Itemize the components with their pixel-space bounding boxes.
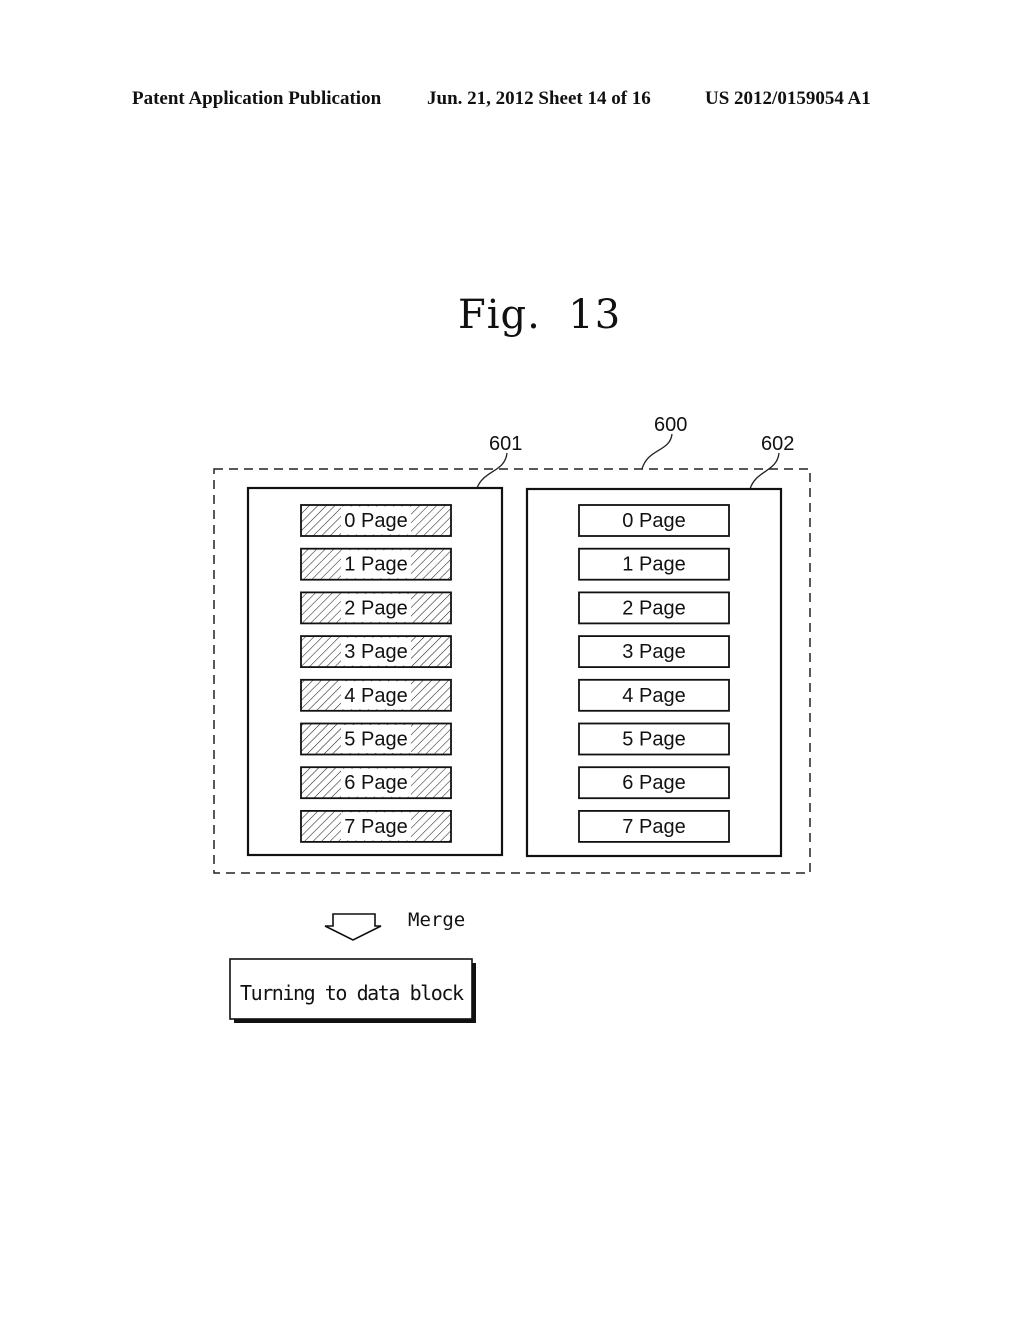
right-page-3: 3 Page (578, 635, 730, 668)
page-label: 7 Page (622, 816, 685, 838)
left-page-7: 7 Page (300, 810, 452, 843)
page-label: 4 Page (344, 685, 407, 707)
page-label: 2 Page (622, 597, 685, 619)
page-label: 3 Page (344, 641, 407, 663)
diagram-canvas: 600 601 602 0 Page 1 Page 2 Page 3 Page 4 Pa… (213, 414, 811, 1023)
ref-label-602: 602 (761, 433, 794, 455)
log-block-602 (525, 487, 783, 858)
right-page-0: 0 Page (578, 504, 730, 537)
result-box-text: Turning to data block (240, 981, 464, 1005)
leader-line-601 (476, 452, 508, 489)
merge-label: Merge (408, 909, 465, 931)
merge-arrow-icon (324, 913, 382, 941)
leader-line-600 (641, 433, 673, 470)
page-label: 3 Page (622, 641, 685, 663)
page-label: 5 Page (344, 729, 407, 751)
left-page-5: 5 Page (300, 722, 452, 756)
left-page-2: 2 Page (300, 591, 452, 625)
left-page-4: 4 Page (300, 678, 452, 712)
right-page-1: 1 Page (578, 547, 730, 581)
page-label: 7 Page (344, 816, 407, 838)
page-label: 0 Page (344, 510, 407, 532)
right-page-4: 4 Page (578, 678, 730, 712)
right-page-2: 2 Page (578, 591, 730, 625)
page-label: 5 Page (622, 729, 685, 751)
left-page-0: 0 Page (300, 504, 452, 537)
page-label: 1 Page (622, 554, 685, 576)
page-label: 6 Page (622, 772, 685, 794)
page-label: 2 Page (344, 597, 407, 619)
page-label: 1 Page (344, 554, 407, 576)
left-page-3: 3 Page (300, 635, 452, 668)
page-label: 6 Page (344, 772, 407, 794)
right-page-5: 5 Page (578, 722, 730, 756)
ref-label-601: 601 (489, 433, 522, 455)
right-page-6: 6 Page (578, 766, 730, 800)
leader-line-602 (749, 452, 780, 490)
page-label: 0 Page (622, 510, 685, 532)
left-page-6: 6 Page (300, 766, 452, 800)
right-page-7: 7 Page (578, 810, 730, 843)
left-page-1: 1 Page (300, 547, 452, 581)
ref-label-600: 600 (654, 414, 687, 436)
log-block-601 (246, 486, 504, 857)
page-label: 4 Page (622, 685, 685, 707)
